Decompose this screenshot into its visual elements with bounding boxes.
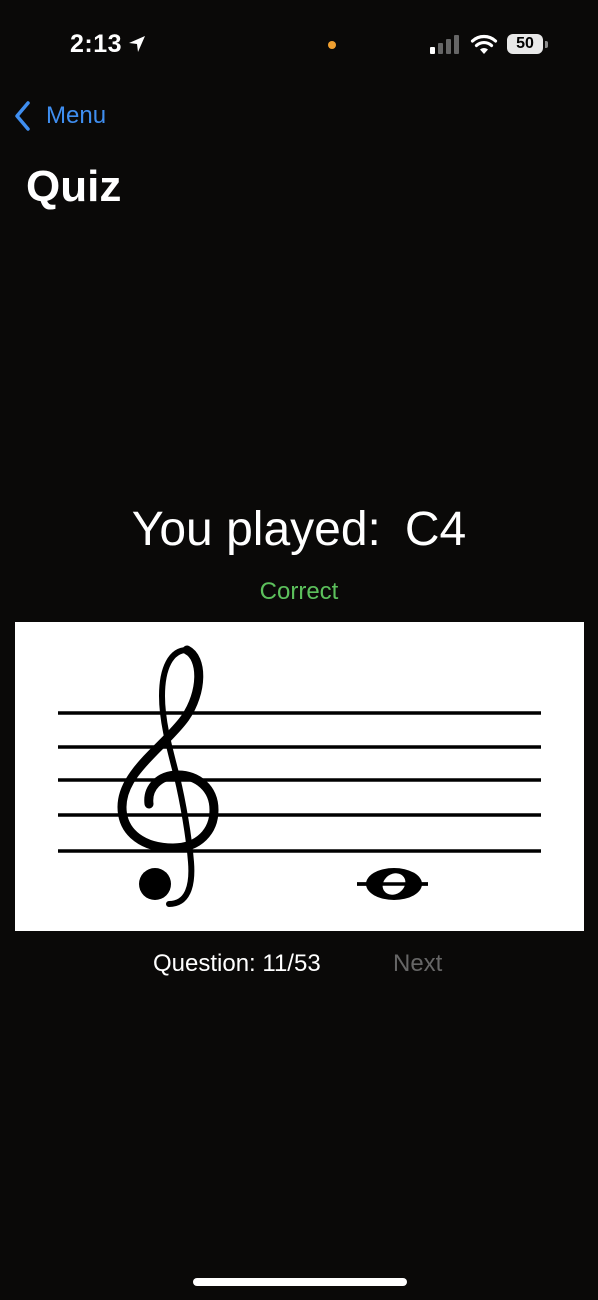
home-indicator[interactable] [193, 1278, 407, 1286]
back-button-label: Menu [46, 102, 107, 129]
question-counter: Question: 11/53 [153, 950, 321, 977]
music-staff [58, 645, 541, 907]
back-button[interactable]: Menu [12, 98, 106, 134]
music-staff-card [15, 622, 584, 931]
played-note-line: You played: C4 [0, 502, 598, 557]
chevron-left-icon [15, 101, 30, 131]
recording-dot-icon [328, 41, 336, 49]
treble-clef-icon [117, 645, 219, 907]
whole-note-c4 [357, 868, 428, 900]
cellular-signal-icon [430, 35, 459, 54]
wifi-icon [470, 34, 498, 54]
played-label: You played: [131, 503, 381, 556]
played-note: C4 [404, 503, 467, 556]
next-button[interactable]: Next [393, 950, 442, 978]
result-text: Correct [259, 578, 339, 605]
battery-level: 50 [507, 34, 543, 54]
battery-icon: 50 [507, 34, 549, 56]
location-arrow-icon [129, 36, 145, 52]
status-bar: 2:13 50 [0, 0, 598, 90]
status-time: 2:13 [70, 30, 123, 58]
page-title: Quiz [26, 162, 122, 211]
battery-tip [545, 41, 548, 48]
